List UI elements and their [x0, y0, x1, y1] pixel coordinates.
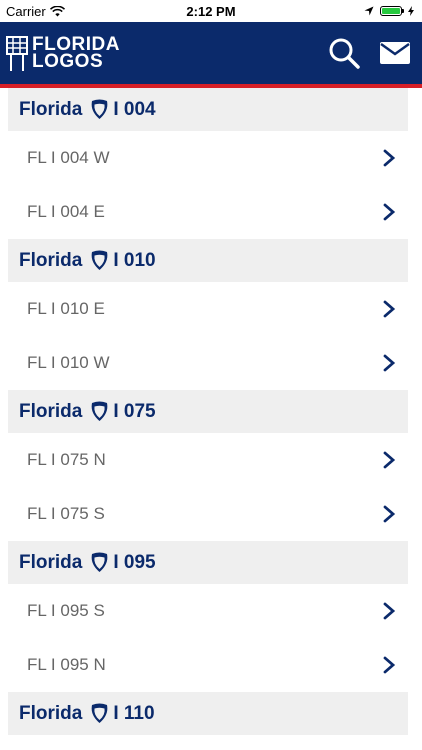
list-item[interactable]: FL I 075 S: [8, 487, 408, 541]
section-i110: Florida I 110: [8, 692, 408, 735]
section-state: Florida: [19, 249, 83, 271]
section-i004: Florida I 004 FL I 004 W FL I 004 E: [8, 88, 408, 239]
carrier-label: Carrier: [6, 3, 46, 19]
section-header: Florida I 110: [8, 692, 408, 735]
logo-line-2: LOGOS: [32, 51, 104, 72]
mail-icon[interactable]: [380, 42, 410, 64]
list-item[interactable]: FL I 010 W: [8, 336, 408, 390]
list-item[interactable]: FL I 075 N: [8, 433, 408, 487]
interstate-shield-icon: [91, 703, 108, 723]
status-bar: Carrier 2:12 PM: [0, 0, 422, 22]
chevron-right-icon: [383, 149, 396, 167]
chevron-right-icon: [383, 451, 396, 469]
list-item[interactable]: FL I 004 W: [8, 131, 408, 185]
battery-icon: [380, 6, 404, 16]
search-icon[interactable]: [328, 37, 360, 69]
list-item[interactable]: FL I 095 S: [8, 584, 408, 638]
billboard-logo-icon: [6, 36, 28, 71]
section-highway: I 110: [113, 702, 155, 724]
section-header: Florida I 004: [8, 88, 408, 131]
interstate-shield-icon: [91, 99, 108, 119]
interstate-shield-icon: [91, 401, 108, 421]
list-item-label: FL I 004 E: [27, 202, 105, 221]
location-icon: [364, 6, 374, 16]
app-header: FLORIDA LOGOS: [0, 22, 422, 88]
section-highway: I 010: [113, 249, 156, 271]
list-item[interactable]: FL I 004 E: [8, 185, 408, 239]
chevron-right-icon: [383, 203, 396, 221]
list-item[interactable]: FL I 010 E: [8, 282, 408, 336]
section-header: Florida I 095: [8, 541, 408, 584]
section-state: Florida: [19, 400, 83, 422]
app-logo[interactable]: FLORIDA LOGOS: [6, 34, 120, 72]
section-state: Florida: [19, 551, 83, 573]
section-state: Florida: [19, 98, 83, 120]
section-header: Florida I 075: [8, 390, 408, 433]
interstate-shield-icon: [91, 250, 108, 270]
section-state: Florida: [19, 702, 83, 724]
section-i095: Florida I 095 FL I 095 S FL I 095 N: [8, 541, 408, 692]
list-item-label: FL I 004 W: [27, 148, 110, 167]
section-highway: I 004: [113, 98, 156, 120]
list-item-label: FL I 095 S: [27, 601, 105, 620]
list-item-label: FL I 010 W: [27, 353, 110, 372]
chevron-right-icon: [383, 505, 396, 523]
list-item[interactable]: FL I 095 N: [8, 638, 408, 692]
status-time: 2:12 PM: [186, 3, 236, 19]
chevron-right-icon: [383, 300, 396, 318]
chevron-right-icon: [383, 354, 396, 372]
wifi-icon: [49, 5, 65, 16]
interstate-shield-icon: [91, 552, 108, 572]
chevron-right-icon: [383, 602, 396, 620]
section-i010: Florida I 010 FL I 010 E FL I 010 W: [8, 239, 408, 390]
section-header: Florida I 010: [8, 239, 408, 282]
charging-icon: [408, 6, 414, 16]
section-highway: I 095: [113, 551, 156, 573]
list-item-label: FL I 075 S: [27, 504, 105, 523]
highway-list[interactable]: Florida I 004 FL I 004 W FL I 004 E Flor…: [0, 88, 422, 750]
section-highway: I 075: [113, 400, 156, 422]
list-item-label: FL I 075 N: [27, 450, 106, 469]
chevron-right-icon: [383, 656, 396, 674]
list-item-label: FL I 095 N: [27, 655, 106, 674]
section-i075: Florida I 075 FL I 075 N FL I 075 S: [8, 390, 408, 541]
list-item-label: FL I 010 E: [27, 299, 105, 318]
